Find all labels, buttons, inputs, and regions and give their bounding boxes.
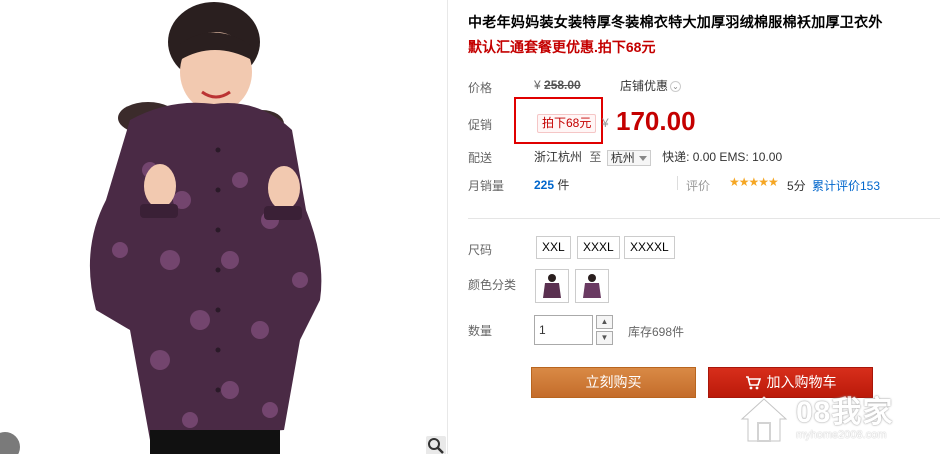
- divider-vertical: [677, 176, 678, 190]
- caret-down-icon: [638, 156, 647, 162]
- quantity-increase-button[interactable]: ▲: [596, 315, 613, 329]
- product-image-gallery: [0, 0, 448, 454]
- destination-city-select[interactable]: 杭州: [606, 149, 651, 166]
- watermark-text: 08我家: [796, 396, 894, 429]
- shipping-fees: 快递: 0.00 EMS: 10.00: [662, 150, 783, 164]
- quantity-input[interactable]: [534, 315, 593, 345]
- store-discount-dropdown[interactable]: 店铺优惠 ⌄: [620, 77, 682, 94]
- rating-score: 5分: [787, 179, 806, 193]
- shipping-info: 浙江杭州 至 杭州 快递: 0.00 EMS: 10.00: [534, 148, 782, 166]
- color-swatch-2[interactable]: [575, 269, 609, 303]
- coat-thumbnail-icon: [543, 274, 561, 298]
- coat-thumbnail-icon: [583, 274, 601, 298]
- ship-to-word: 至: [589, 150, 602, 164]
- size-option-xxxl[interactable]: XXXL: [577, 236, 620, 259]
- stock-count: 库存698件: [628, 325, 685, 339]
- store-discount-label: 店铺优惠: [620, 79, 669, 93]
- shipping-label: 配送: [468, 151, 493, 165]
- promo-label: 促销: [468, 118, 493, 132]
- size-label: 尺码: [468, 243, 493, 257]
- rating-label: 评价: [686, 179, 711, 193]
- original-price-value: 258.00: [544, 78, 581, 92]
- color-label: 颜色分类: [468, 278, 517, 292]
- monthly-sales-unit: 件: [557, 178, 570, 192]
- watermark-url: myhome2008.com: [796, 429, 887, 441]
- zoom-icon[interactable]: [426, 436, 446, 454]
- original-price: ¥ 258.00: [534, 78, 581, 92]
- watermark: 08我家 myhome2008.com: [736, 385, 936, 451]
- section-divider: [468, 218, 940, 219]
- buy-now-button[interactable]: 立刻购买: [531, 367, 696, 398]
- house-logo-icon: [736, 396, 792, 443]
- chevron-down-icon: ⌄: [670, 81, 682, 93]
- promo-tag: 拍下68元: [537, 114, 597, 133]
- quantity-label: 数量: [468, 324, 493, 338]
- monthly-sales: 225 件: [534, 176, 569, 193]
- ship-from: 浙江杭州: [534, 150, 583, 164]
- product-subtitle: 默认汇通套餐更优惠.拍下68元: [468, 39, 656, 55]
- promo-price: 170.00: [616, 106, 696, 136]
- destination-city: 杭州: [610, 150, 635, 165]
- star-rating-icon: ★★★★★: [729, 175, 779, 189]
- price-label: 价格: [468, 81, 493, 95]
- product-main-image[interactable]: [0, 0, 448, 454]
- size-option-xxl[interactable]: XXL: [536, 236, 571, 259]
- monthly-sales-count: 225: [534, 178, 555, 192]
- color-swatch-1[interactable]: [535, 269, 569, 303]
- size-option-xxxxl[interactable]: XXXXL: [624, 236, 675, 259]
- review-count-link[interactable]: 累计评价153: [812, 177, 880, 194]
- quantity-decrease-button[interactable]: ▼: [596, 331, 613, 345]
- currency-symbol: ¥: [534, 78, 541, 92]
- promo-currency-symbol: ¥: [602, 116, 609, 130]
- monthly-sales-label: 月销量: [468, 179, 505, 193]
- product-title: 中老年妈妈装女装特厚冬装棉衣特大加厚羽绒棉服棉袄加厚卫衣外: [468, 14, 883, 30]
